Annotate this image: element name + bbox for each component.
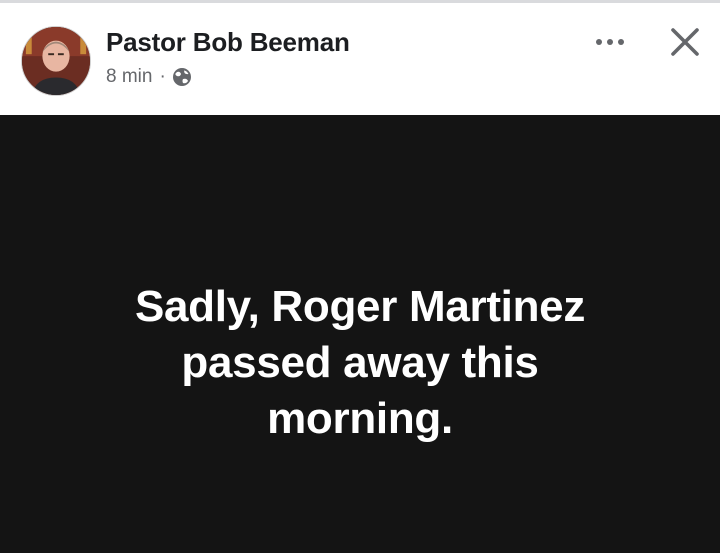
meta-separator: ·: [159, 66, 166, 87]
post-text-line: Sadly, Roger Martinez: [134, 282, 586, 331]
more-options-icon-dot: [618, 39, 624, 45]
close-icon: [671, 28, 699, 56]
avatar[interactable]: [21, 26, 91, 96]
author-name[interactable]: Pastor Bob Beeman: [106, 27, 350, 58]
post-text-line: passed away this: [181, 338, 539, 387]
more-options-icon-dot: [607, 39, 613, 45]
globe-icon: [172, 67, 192, 87]
post-header: Pastor Bob Beeman 8 min ·: [0, 3, 720, 115]
post-meta: 8 min ·: [106, 66, 192, 88]
post-text: Sadly, Roger Martinez passed away this m…: [60, 279, 660, 447]
post-text-line: morning.: [267, 394, 453, 443]
post-content: Sadly, Roger Martinez passed away this m…: [0, 115, 720, 553]
avatar-image: [22, 27, 90, 95]
close-button[interactable]: [665, 22, 705, 62]
more-options-button[interactable]: [588, 31, 632, 53]
post-timestamp[interactable]: 8 min: [106, 66, 152, 88]
more-options-icon: [596, 39, 602, 45]
